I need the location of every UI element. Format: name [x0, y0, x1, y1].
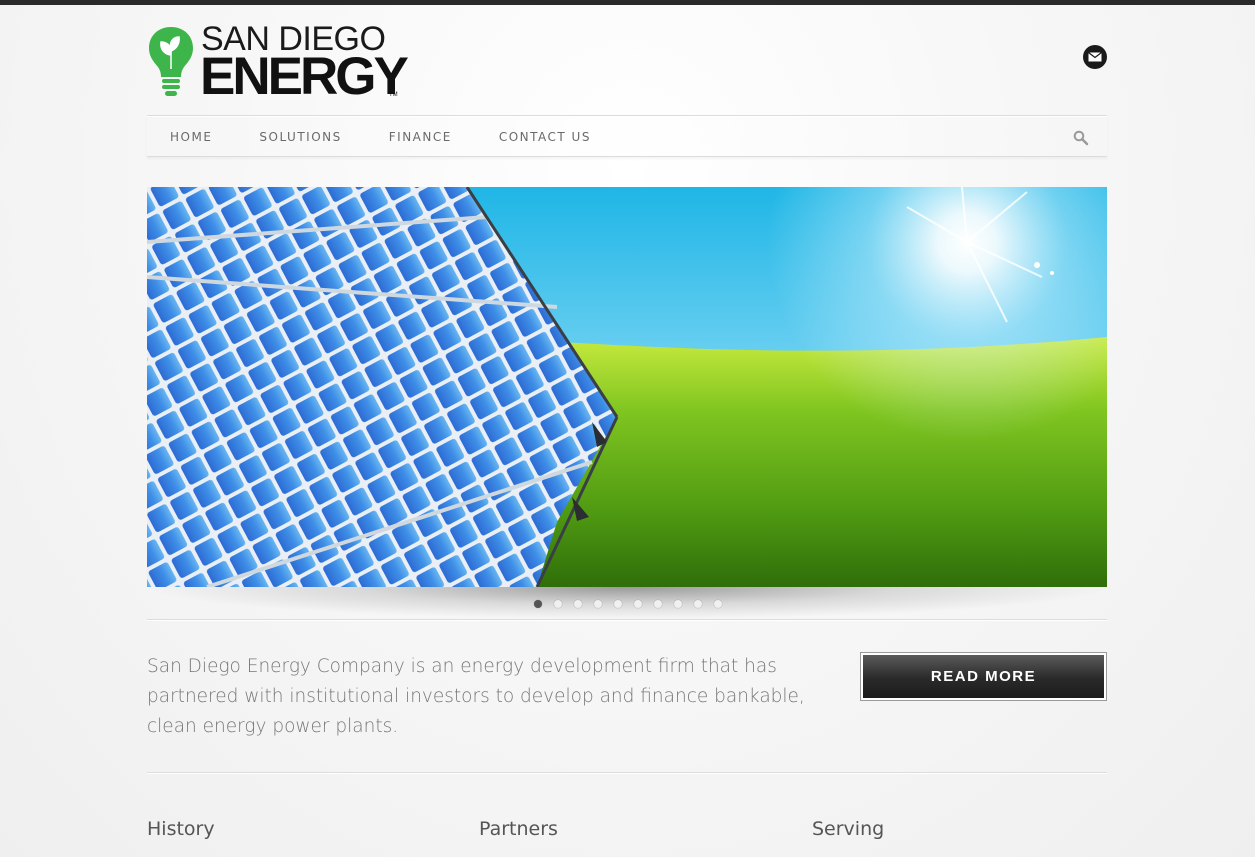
slider-dot[interactable]: [594, 600, 602, 608]
hero-image-solar-panels: [147, 187, 1107, 587]
slider-dot[interactable]: [554, 600, 562, 608]
main-nav: HOME SOLUTIONS FINANCE CONTACT US: [147, 115, 1107, 157]
divider: [147, 619, 1107, 621]
column-heading-history: History: [147, 818, 215, 840]
intro-text: San Diego Energy Company is an energy de…: [147, 656, 805, 737]
slider-dot[interactable]: [714, 600, 722, 608]
site-logo[interactable]: SAN DIEGO ENERGY TM: [147, 22, 409, 106]
divider: [147, 772, 1107, 774]
slider-dot[interactable]: [654, 600, 662, 608]
nav-item-contact-us[interactable]: CONTACT US: [499, 130, 591, 144]
column-heading-partners: Partners: [479, 818, 558, 840]
nav-item-finance[interactable]: FINANCE: [389, 130, 452, 144]
mail-icon[interactable]: [1083, 45, 1107, 69]
slider-dot[interactable]: [674, 600, 682, 608]
lightbulb-leaf-icon: [149, 27, 193, 96]
slider-dot[interactable]: [574, 600, 582, 608]
trademark-mark: TM: [389, 92, 398, 98]
logo-text-energy: ENERGY: [200, 47, 409, 106]
page-container: SAN DIEGO ENERGY TM HOME SOLUTIONS FINAN…: [147, 0, 1107, 857]
read-more-button[interactable]: READ MORE: [860, 652, 1107, 701]
slider-dot[interactable]: [534, 600, 542, 608]
slider-dot[interactable]: [614, 600, 622, 608]
slider-dot[interactable]: [634, 600, 642, 608]
column-heading-serving: Serving: [812, 818, 885, 840]
read-more-label: READ MORE: [863, 655, 1104, 698]
search-icon[interactable]: [1073, 130, 1089, 146]
nav-item-solutions[interactable]: SOLUTIONS: [259, 130, 341, 144]
envelope-icon: [1088, 52, 1102, 62]
nav-item-home[interactable]: HOME: [170, 130, 212, 144]
slider-dot[interactable]: [694, 600, 702, 608]
slider-pagination: [534, 600, 734, 608]
hero-slider[interactable]: [147, 187, 1107, 587]
